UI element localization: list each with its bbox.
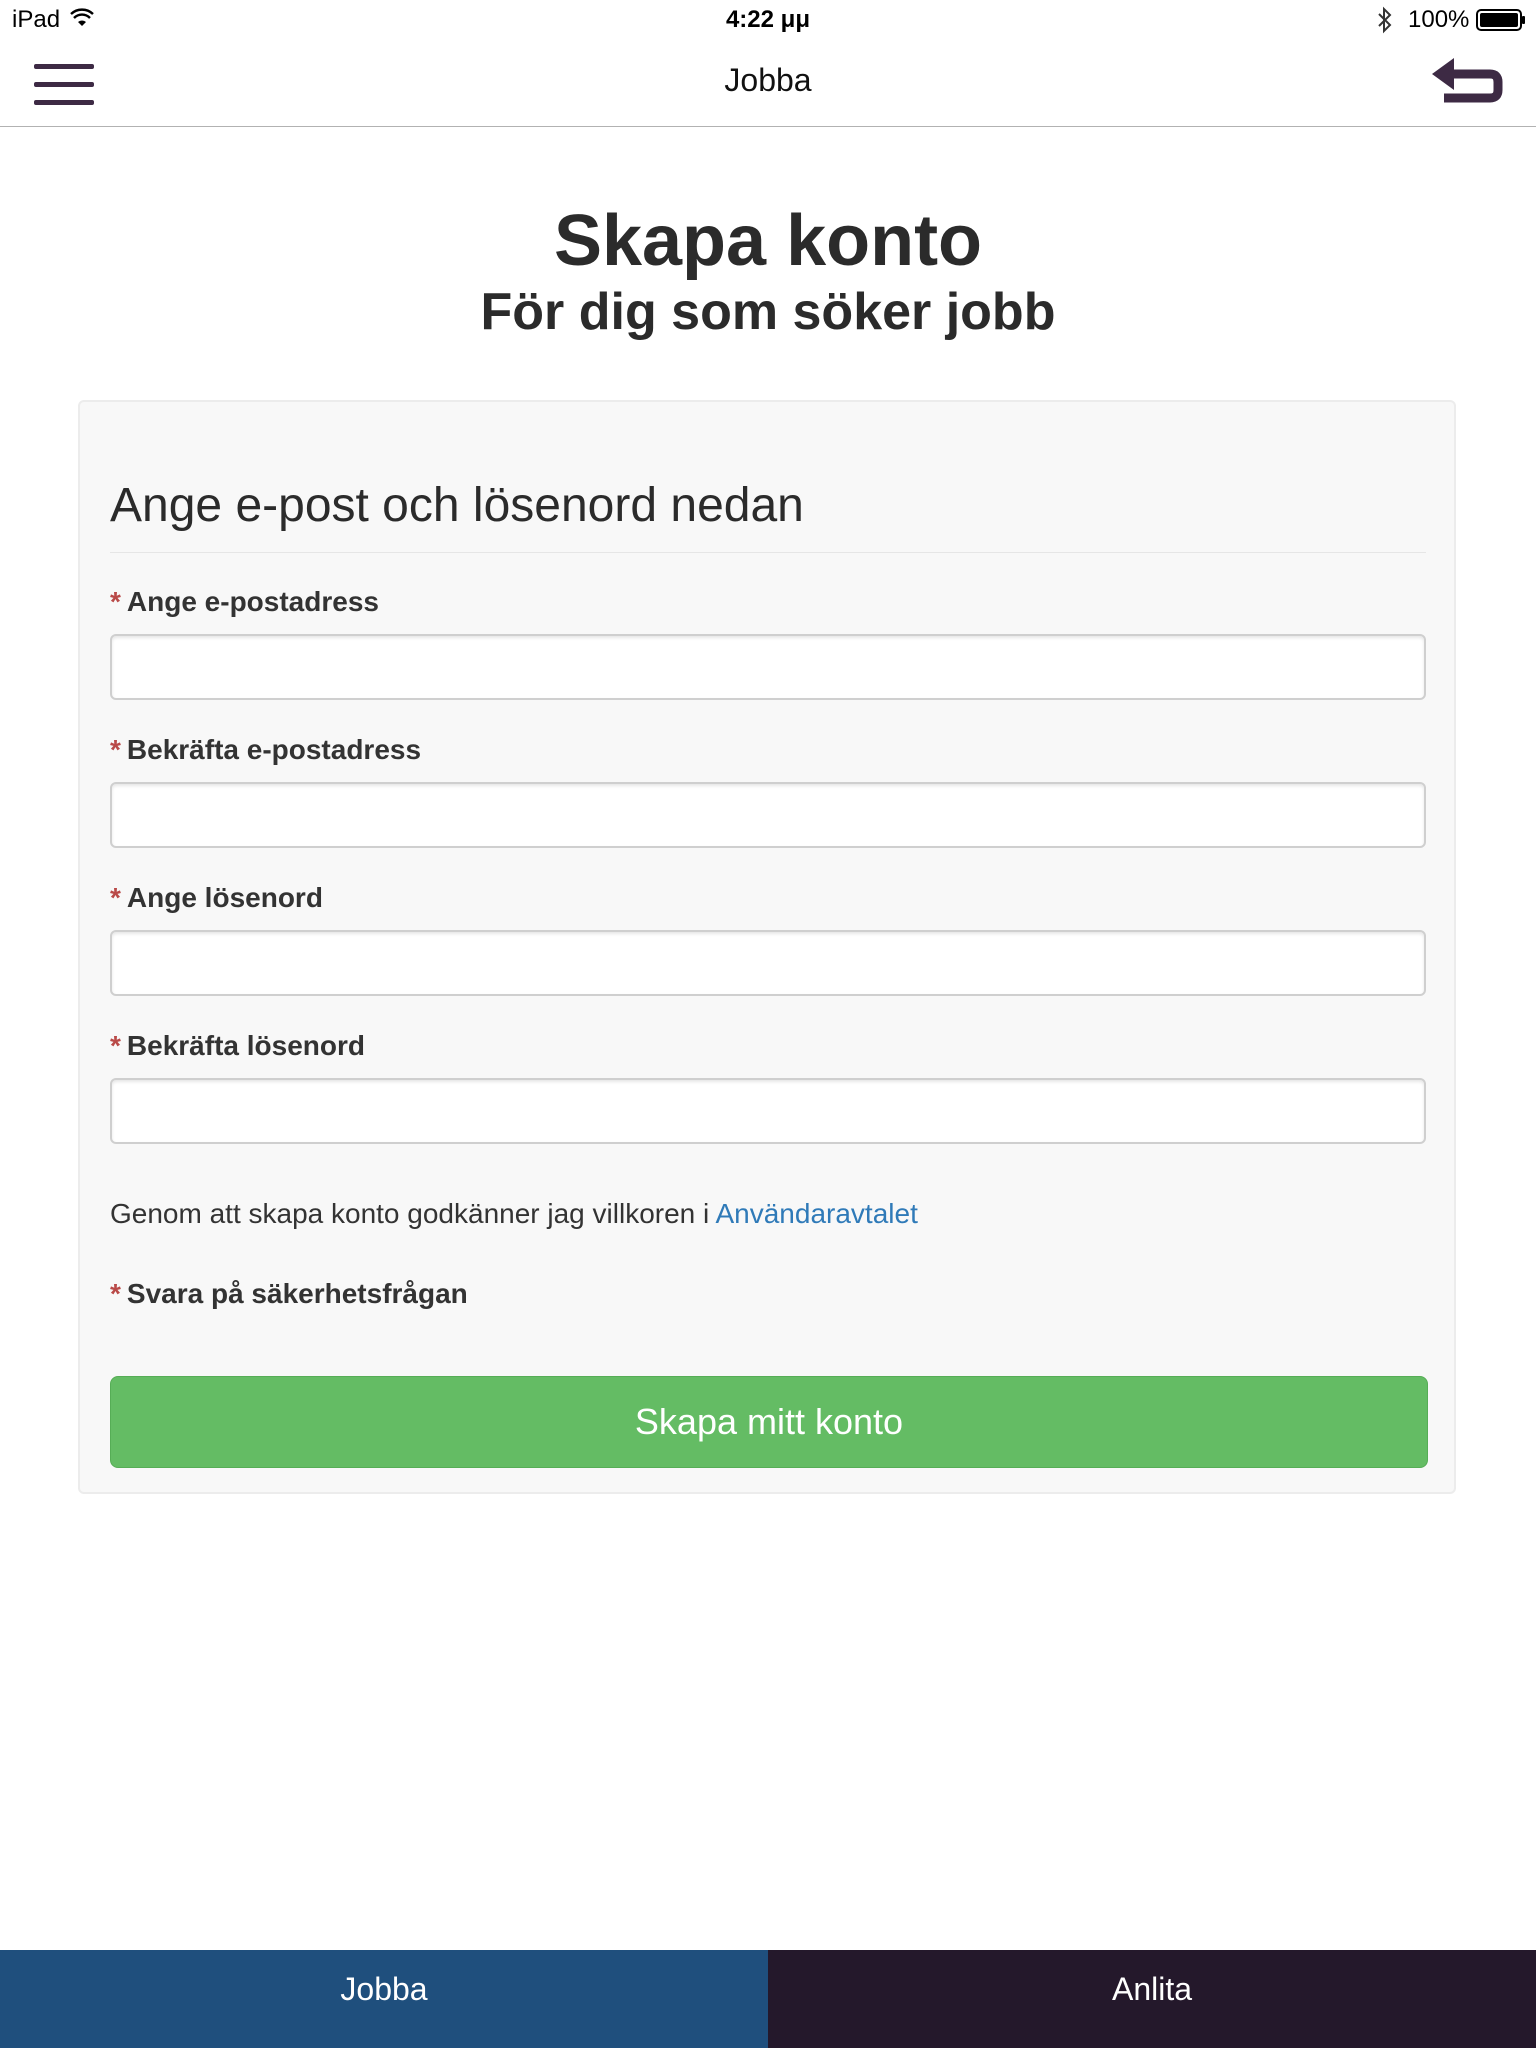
battery-icon — [1476, 9, 1525, 31]
confirm-email-field[interactable] — [110, 782, 1426, 848]
security-question-label: * Svara på säkerhetsfrågan — [110, 1278, 468, 1309]
back-arrow-icon[interactable] — [1428, 52, 1508, 112]
password-label: * Ange lösenord — [110, 882, 323, 913]
required-marker: * — [110, 1030, 121, 1061]
create-account-button[interactable]: Skapa mitt konto — [110, 1376, 1428, 1468]
battery-percent: 100% — [1408, 6, 1470, 33]
password-field[interactable] — [110, 930, 1426, 996]
confirm-email-label: * Bekräfta e-postadress — [110, 734, 422, 765]
nav-bar: Jobba — [0, 40, 1536, 127]
nav-title: Jobba — [724, 62, 812, 98]
tab-jobba[interactable]: Jobba — [0, 1950, 768, 2048]
bluetooth-icon — [1378, 6, 1392, 34]
required-marker: * — [110, 586, 121, 617]
required-marker: * — [110, 882, 121, 913]
form-heading: Ange e-post och lösenord nedan — [110, 479, 804, 532]
page-title: Skapa konto — [553, 201, 983, 281]
confirm-password-field[interactable] — [110, 1078, 1426, 1144]
heading-divider — [110, 552, 1426, 553]
user-agreement-link[interactable]: Användaravtalet — [715, 1198, 917, 1229]
confirm-password-label: * Bekräfta lösenord — [110, 1030, 365, 1061]
tab-anlita[interactable]: Anlita — [768, 1950, 1536, 2048]
signup-form-card: Ange e-post och lösenord nedan * Ange e-p… — [78, 400, 1456, 1494]
email-field[interactable] — [110, 634, 1426, 700]
status-time: 4:22 μμ — [725, 6, 811, 33]
status-bar: iPad 4:22 μμ 100% — [0, 0, 1536, 40]
required-marker: * — [110, 734, 121, 765]
email-label: * Ange e-postadress — [110, 586, 379, 617]
page-subtitle: För dig som söker jobb — [480, 283, 1056, 341]
terms-text: Genom att skapa konto godkänner jag vill… — [110, 1198, 918, 1229]
required-marker: * — [110, 1278, 121, 1309]
bottom-tab-bar: Jobba Anlita — [0, 1950, 1536, 2048]
